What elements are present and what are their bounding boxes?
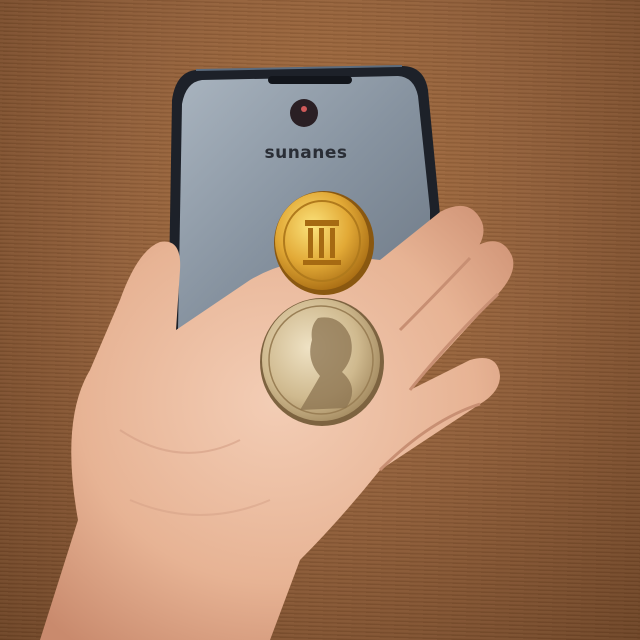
scene-svg: sunanes <box>40 65 514 640</box>
photo-scene: sunanes <box>0 0 640 640</box>
gold-coin <box>274 191 374 295</box>
hand-palm <box>40 205 514 640</box>
portrait-coin <box>260 298 384 426</box>
phone-notch <box>268 76 352 84</box>
phone-brand-text: sunanes <box>264 143 347 163</box>
circle-logo-icon <box>290 99 318 127</box>
open-hand <box>40 205 514 640</box>
